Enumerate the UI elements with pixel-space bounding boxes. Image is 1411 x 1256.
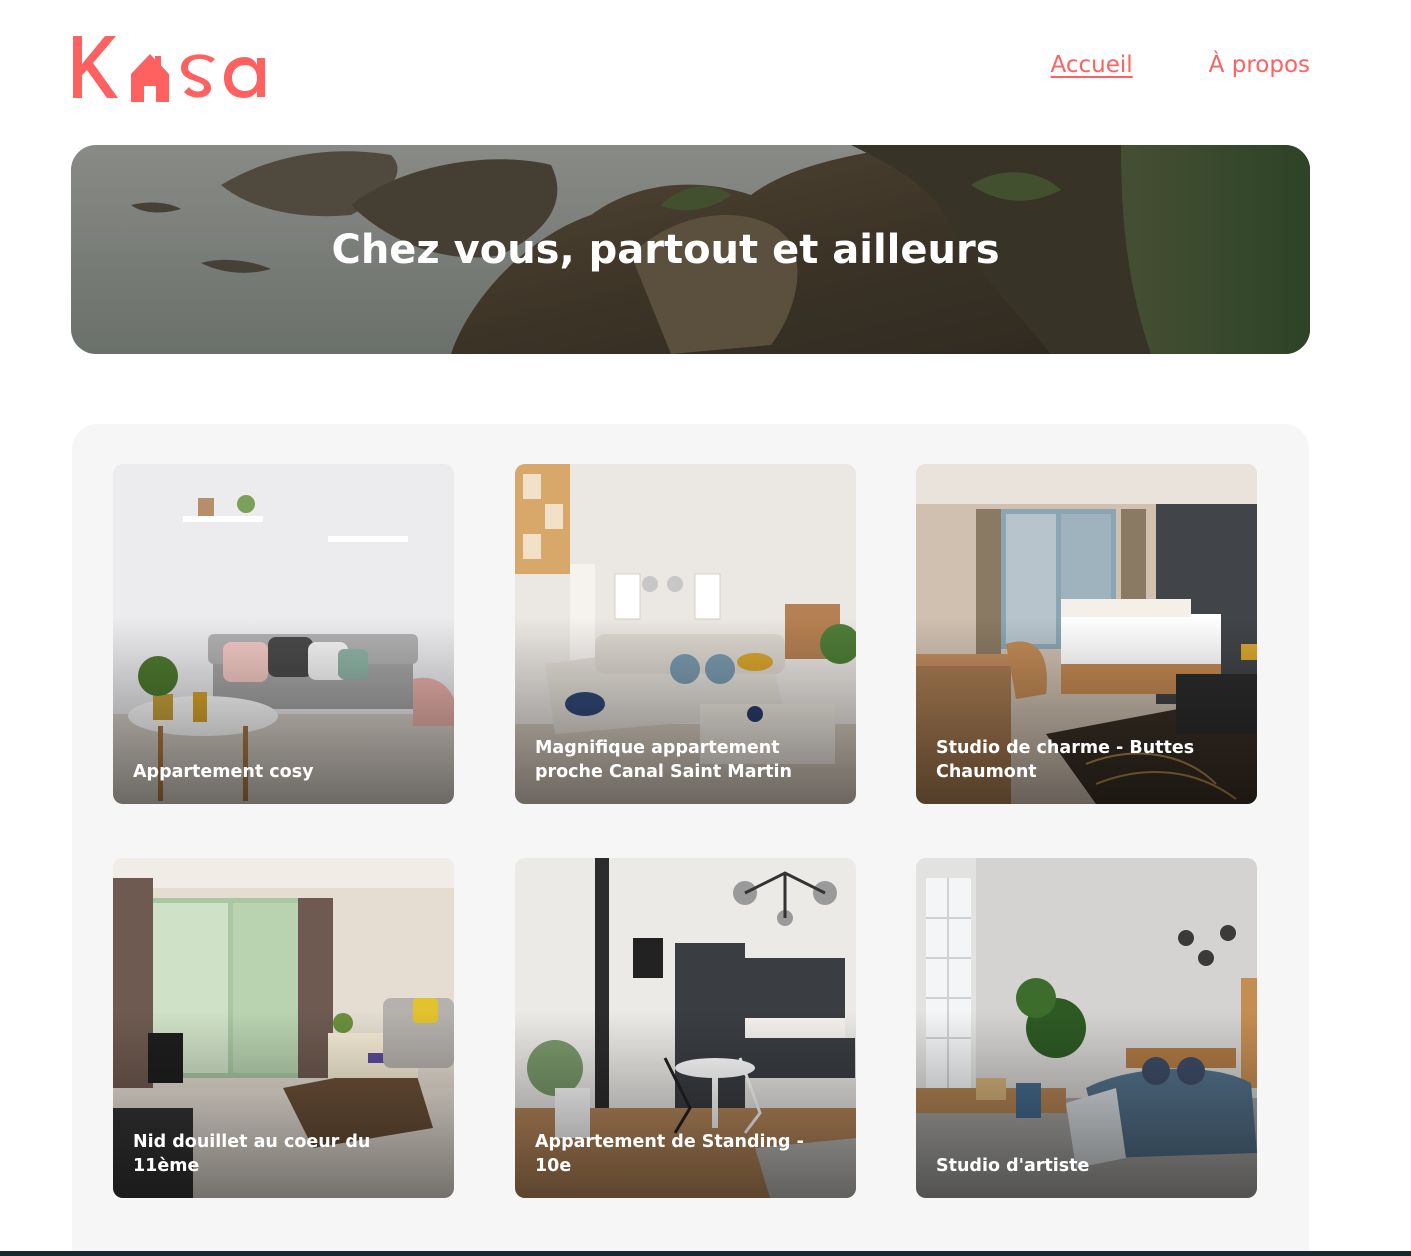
listing-card[interactable]: Appartement cosy bbox=[113, 464, 454, 804]
listing-card[interactable]: Studio de charme - Buttes Chaumont bbox=[916, 464, 1257, 804]
listing-title: Magnifique appartement proche Canal Sain… bbox=[535, 738, 792, 782]
banner-title: Chez vous, partout et ailleurs bbox=[331, 226, 1000, 273]
listing-shade bbox=[916, 858, 1257, 1198]
kasa-logo[interactable] bbox=[71, 30, 286, 105]
listing-card[interactable]: Studio d'artiste bbox=[916, 858, 1257, 1198]
listing-card[interactable]: Appartement de Standing - 10e bbox=[515, 858, 856, 1198]
listing-card[interactable]: Nid douillet au coeur du 11ème bbox=[113, 858, 454, 1198]
site-header: Accueil À propos bbox=[71, 30, 1310, 110]
nav-link-accueil[interactable]: Accueil bbox=[1051, 52, 1133, 78]
bottom-edge-strip bbox=[0, 1251, 1411, 1256]
listing-title: Studio d'artiste bbox=[936, 1156, 1090, 1176]
main-nav: Accueil À propos bbox=[1051, 52, 1310, 78]
listing-title: Appartement cosy bbox=[133, 762, 314, 782]
listing-title: Appartement de Standing - 10e bbox=[535, 1132, 804, 1176]
listing-card[interactable]: Magnifique appartement proche Canal Sain… bbox=[515, 464, 856, 804]
hero-banner: Chez vous, partout et ailleurs bbox=[71, 145, 1310, 354]
listing-title: Nid douillet au coeur du 11ème bbox=[133, 1132, 371, 1176]
nav-link-a-propos[interactable]: À propos bbox=[1209, 52, 1310, 78]
listing-shade bbox=[113, 464, 454, 804]
listing-title: Studio de charme - Buttes Chaumont bbox=[936, 738, 1195, 782]
listings-gallery: Appartement cosy Magnifique appartement … bbox=[72, 424, 1309, 1256]
